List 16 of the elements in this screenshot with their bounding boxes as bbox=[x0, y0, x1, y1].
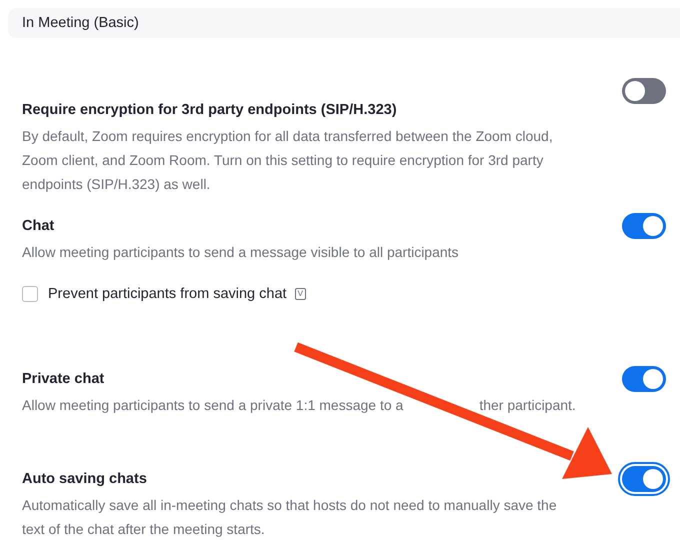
toggle-switch[interactable] bbox=[622, 213, 666, 239]
setting-description: Automatically save all in-meeting chats so that hosts do not need to manually save the text of the chat after the meeting starts. bbox=[22, 496, 558, 539]
checkbox[interactable] bbox=[22, 286, 38, 302]
setting-title: Chat bbox=[22, 217, 56, 236]
setting-title: Private chat bbox=[22, 370, 106, 389]
setting-title: Require encryption for 3rd party endpoints (SIP/H.323) bbox=[22, 101, 398, 120]
version-badge: V bbox=[294, 288, 306, 300]
toggle-switch[interactable] bbox=[622, 78, 666, 104]
setting-title: Auto saving chats bbox=[22, 470, 148, 489]
toggle-switch[interactable] bbox=[622, 366, 666, 392]
checkbox-label[interactable]: Prevent participants from saving chat bbox=[48, 286, 287, 302]
setting-description: ther participant. bbox=[479, 397, 576, 413]
setting-description: Allow meeting participants to send a message visible to all participants bbox=[22, 243, 460, 262]
setting-description: Allow meeting participants to send a private 1:1 message to a bbox=[22, 397, 404, 413]
setting-description: By default, Zoom requires encryption for all data transferred between the Zoom cloud, Zoom client, and Zoom Room. Turn on this setting to require encryption for 3rd party endpoints (SIP/H.323) as well. bbox=[22, 127, 554, 194]
section-header: In Meeting (Basic) bbox=[8, 8, 680, 38]
